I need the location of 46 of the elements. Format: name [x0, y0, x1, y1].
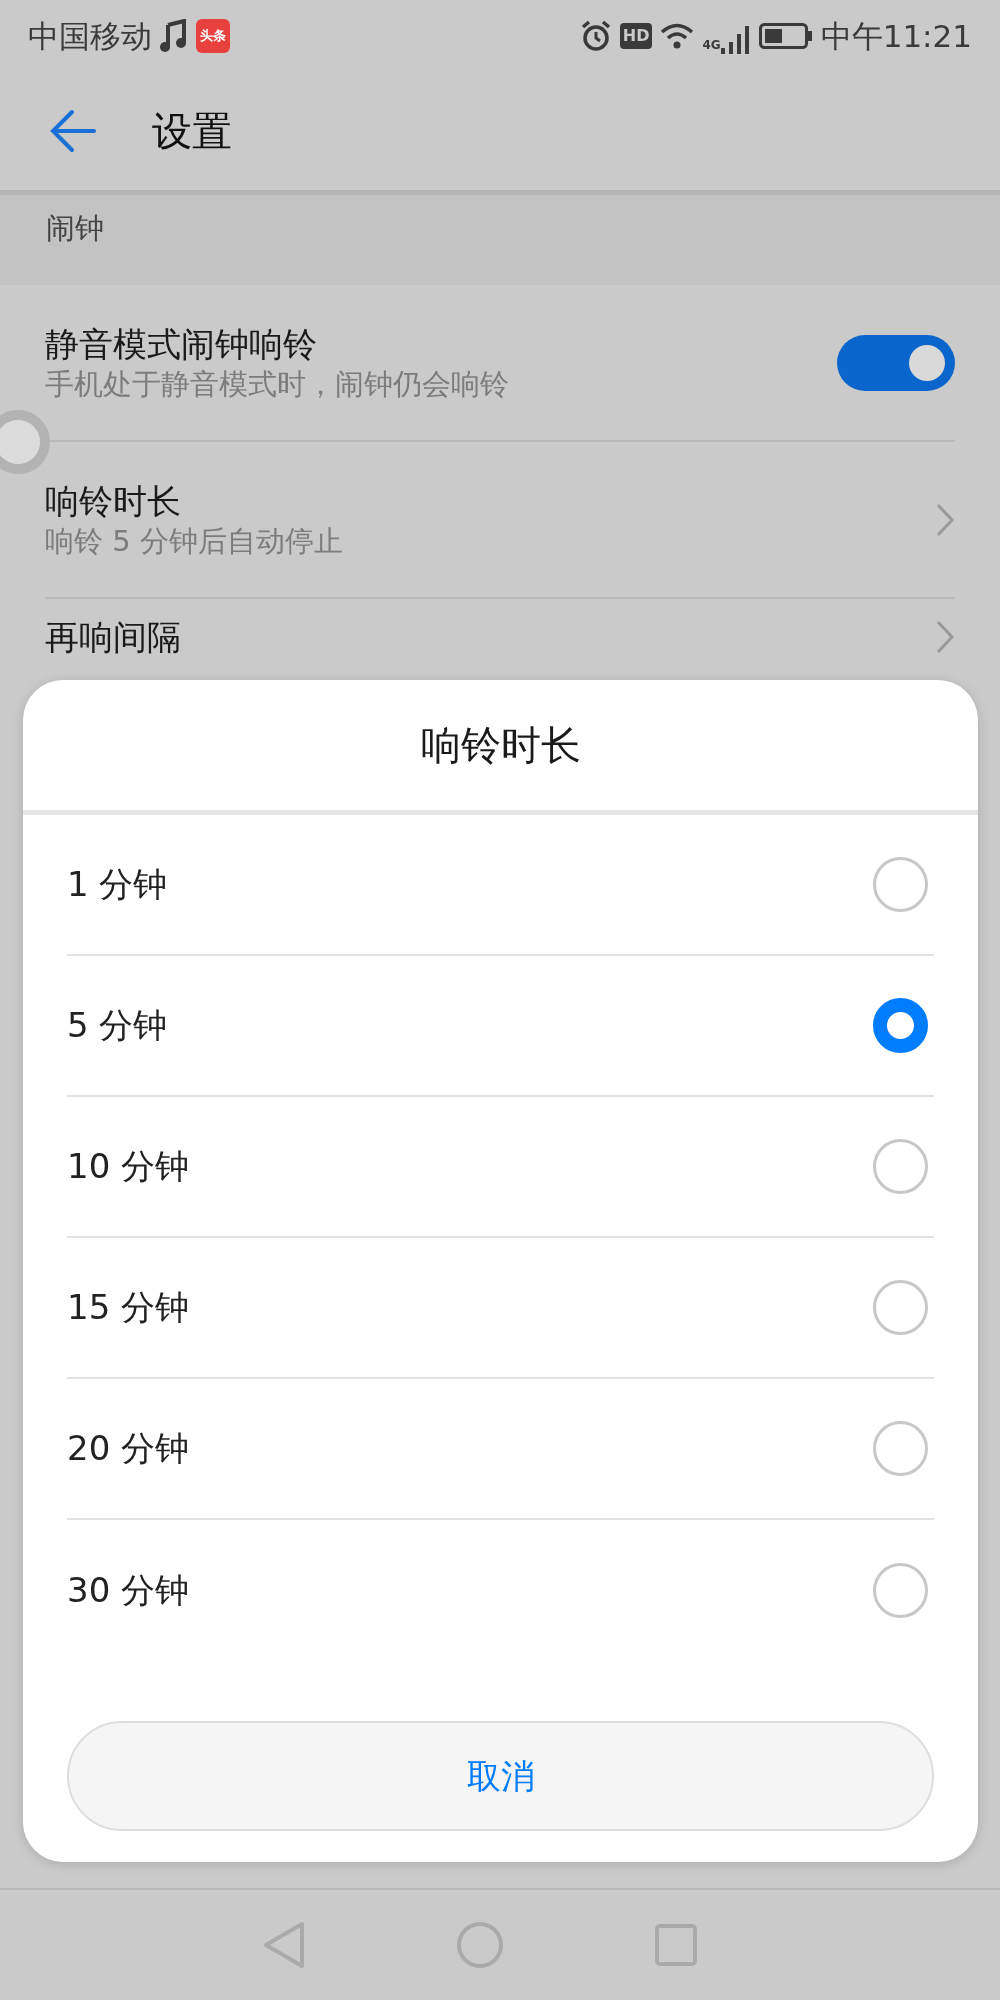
chevron-right-icon	[935, 619, 955, 655]
home-circle-icon[interactable]	[456, 1921, 504, 1969]
alarm-clock-icon	[579, 20, 612, 52]
dialog-title: 响铃时长	[420, 721, 581, 770]
radio-button[interactable]	[873, 1421, 928, 1476]
carrier-name: 中国移动	[28, 16, 152, 56]
option-row[interactable]: 5 分钟	[67, 956, 934, 1097]
option-row[interactable]: 20 分钟	[67, 1379, 934, 1520]
option-row[interactable]: 10 分钟	[67, 1097, 934, 1238]
option-label: 15 分钟	[67, 1286, 191, 1329]
battery-icon	[758, 23, 813, 49]
section-header: 闹钟	[0, 195, 1000, 285]
setting-title: 再响间隔	[45, 615, 182, 659]
setting-subtitle: 响铃 5 分钟后自动停止	[45, 522, 344, 560]
settings-row[interactable]: 响铃时长 响铃 5 分钟后自动停止	[45, 442, 955, 599]
radio-button[interactable]	[873, 998, 928, 1053]
option-label: 10 分钟	[67, 1145, 191, 1188]
option-label: 20 分钟	[67, 1427, 191, 1470]
setting-title: 静音模式闹钟响铃	[45, 322, 318, 366]
back-button[interactable]	[50, 109, 96, 153]
page-title: 设置	[152, 107, 232, 156]
settings-row[interactable]: 静音模式闹钟响铃 手机处于静音模式时，闹钟仍会响铃	[45, 285, 955, 442]
network-label: 4G	[702, 37, 721, 54]
option-row[interactable]: 30 分钟	[67, 1520, 934, 1661]
cancel-button[interactable]: 取消	[67, 1721, 934, 1831]
option-label: 5 分钟	[67, 1004, 169, 1047]
hd-badge: HD	[619, 23, 653, 49]
wifi-icon	[660, 22, 695, 50]
setting-subtitle: 手机处于静音模式时，闹钟仍会响铃	[45, 365, 510, 403]
setting-title: 响铃时长	[45, 479, 182, 523]
back-triangle-icon[interactable]	[262, 1920, 306, 1970]
option-label: 1 分钟	[67, 863, 169, 906]
chevron-right-icon	[935, 501, 955, 538]
option-row[interactable]: 1 分钟	[67, 815, 934, 956]
option-label: 30 分钟	[67, 1569, 191, 1612]
radio-button[interactable]	[873, 1563, 928, 1618]
radio-button[interactable]	[873, 1280, 928, 1335]
option-row[interactable]: 15 分钟	[67, 1238, 934, 1379]
music-note-icon	[160, 19, 188, 53]
radio-button[interactable]	[873, 1139, 928, 1194]
recent-square-icon[interactable]	[654, 1923, 698, 1967]
app-badge: 头条	[196, 19, 230, 53]
radio-button[interactable]	[873, 857, 928, 912]
signal-icon	[720, 24, 751, 54]
clock-time: 中午11:21	[820, 16, 972, 56]
settings-row[interactable]: 再响间隔	[45, 599, 955, 675]
